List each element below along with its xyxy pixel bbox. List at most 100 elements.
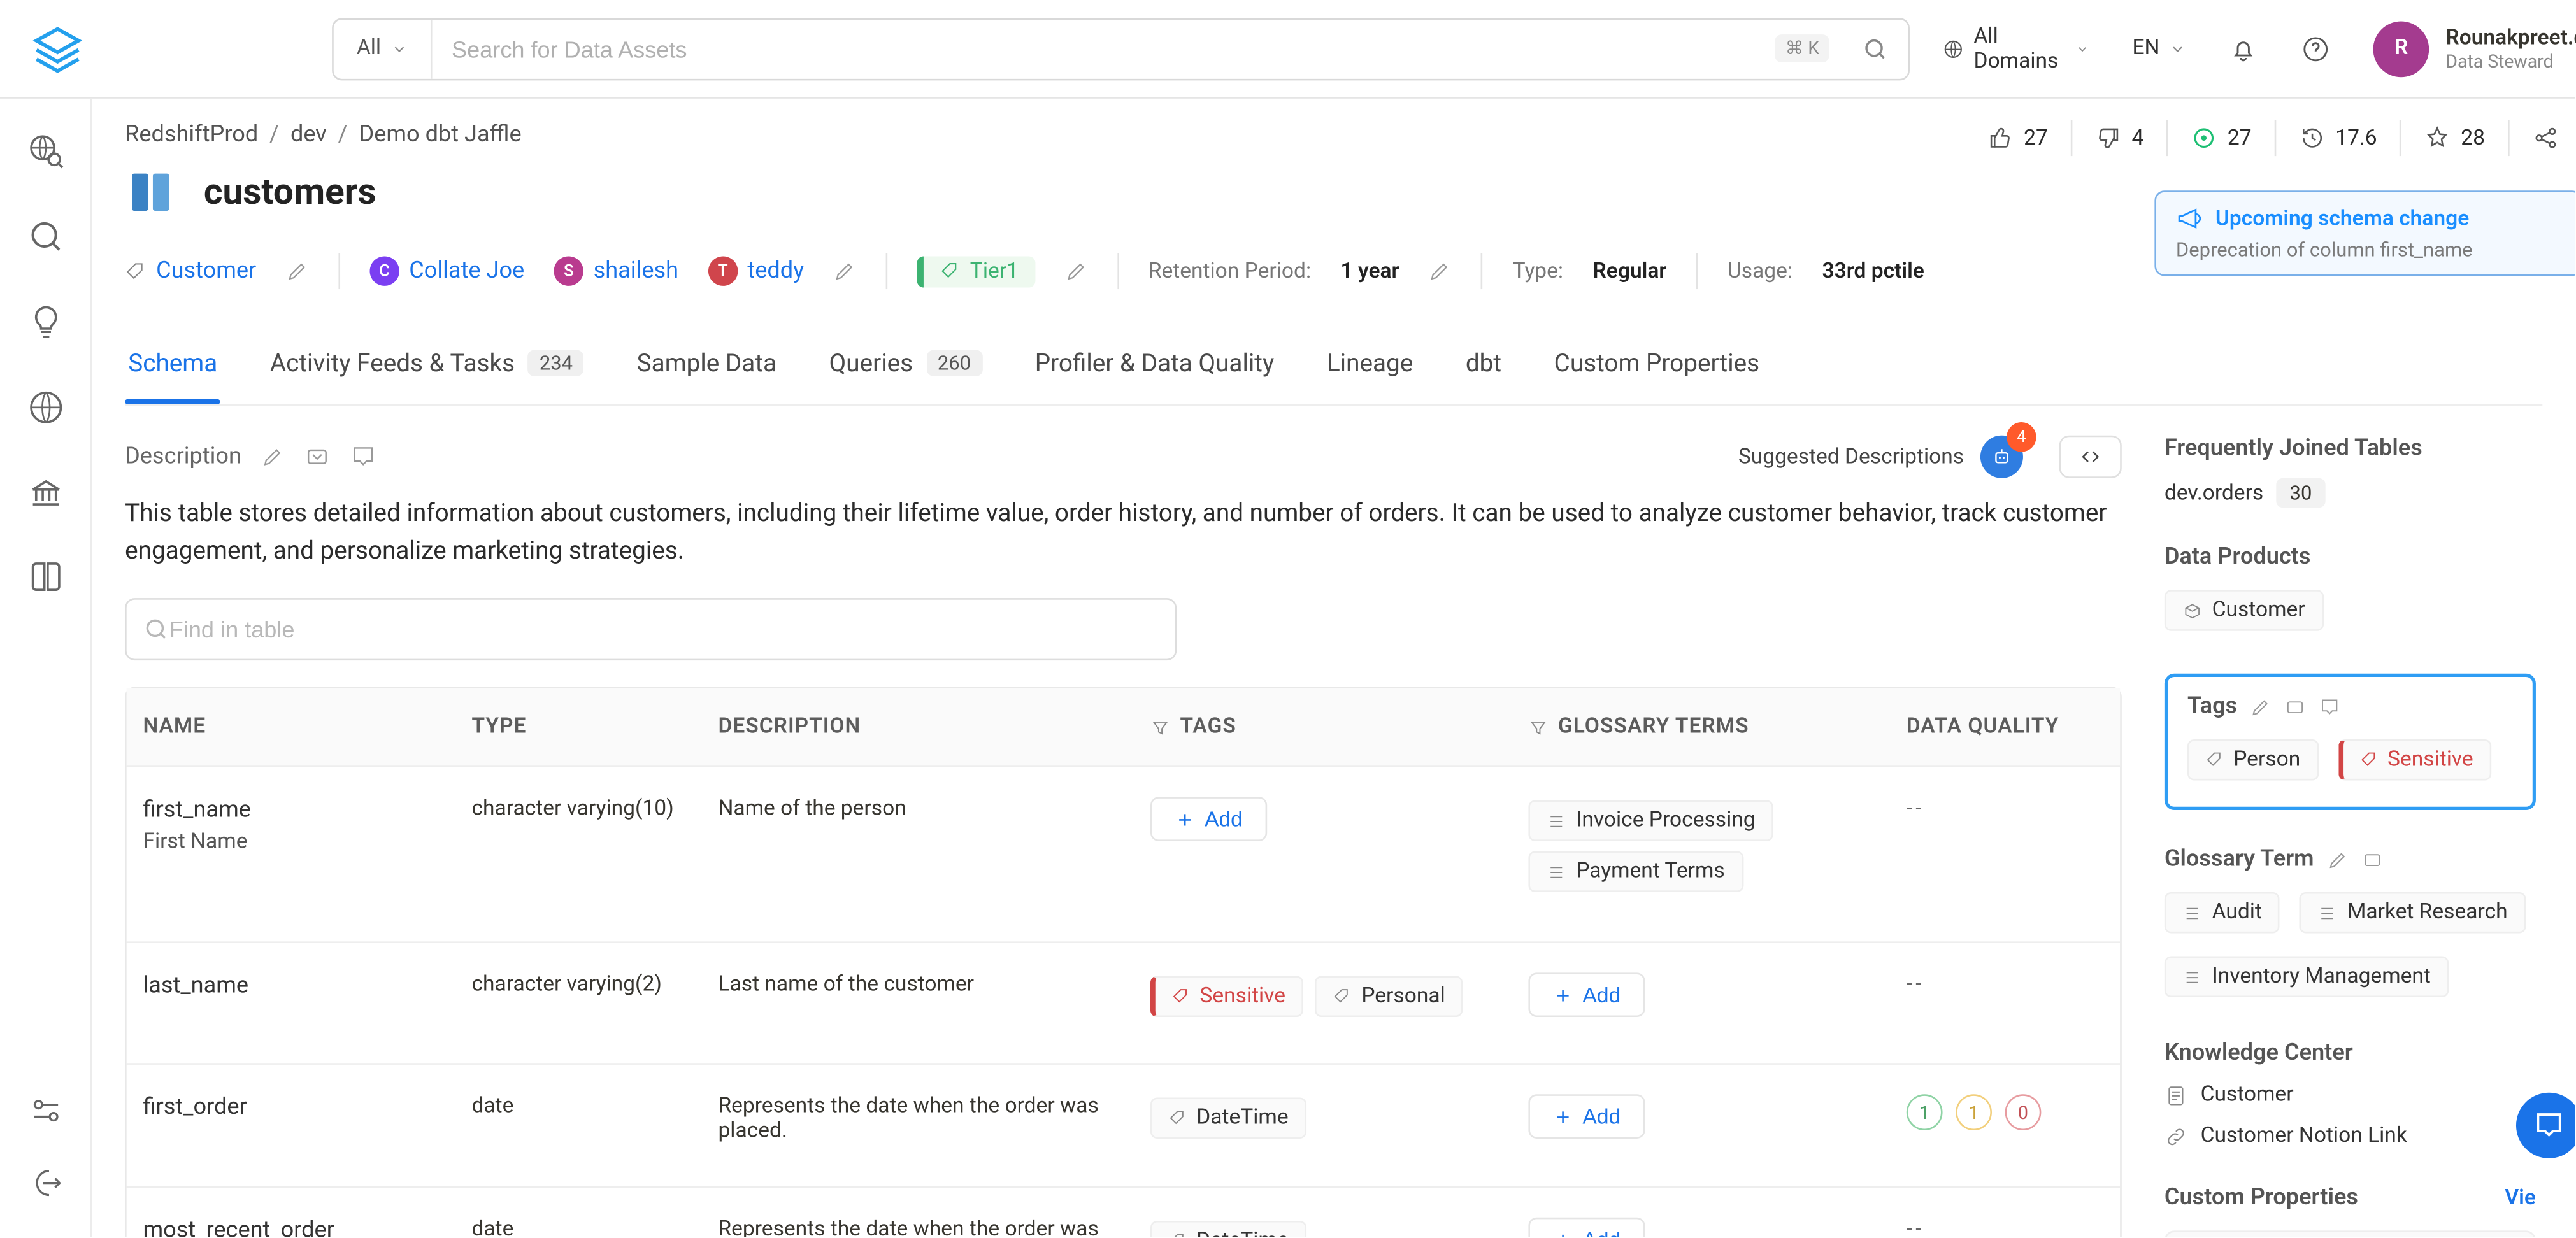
usage-label: Usage: [1728,259,1792,283]
edit-owners-icon[interactable] [834,260,857,283]
glossary-pill[interactable]: Market Research [2300,892,2526,934]
tab-schema[interactable]: Schema [125,332,220,404]
glossary-pill[interactable]: Payment Terms [1528,851,1743,892]
tag-pill-sensitive[interactable]: Sensitive [2338,739,2491,781]
tab-lineage[interactable]: Lineage [1324,332,1417,404]
breadcrumb-demo[interactable]: Demo dbt Jaffle [359,122,522,148]
tag-pill-person[interactable]: Person [2187,739,2319,781]
header-description: DESCRIPTION [718,715,1150,739]
chat-fab[interactable] [2516,1093,2575,1158]
help-icon [2301,34,2330,63]
type-value: Regular [1593,259,1667,283]
plus-icon [1553,1107,1573,1127]
history-val: 17.6 [2335,125,2377,150]
edit-icon[interactable] [2250,696,2272,718]
col-type: date [471,1218,718,1237]
expand-icon[interactable] [2285,696,2307,718]
col-name[interactable]: first_order [143,1094,455,1120]
find-input[interactable] [169,616,1159,643]
rail-settings[interactable] [27,1093,64,1129]
owner-teddy[interactable]: Tteddy [708,256,804,285]
tab-dbt[interactable]: dbt [1463,332,1505,404]
user-menu[interactable]: R Rounakpreet.d Data Steward [2373,20,2576,76]
tab-custom-properties[interactable]: Custom Properties [1550,332,1763,404]
rail-logout[interactable] [27,1165,64,1201]
rail-governance[interactable] [25,473,65,513]
edit-description-icon[interactable] [261,445,284,468]
quality-checks[interactable]: 27 [2175,115,2268,161]
box-icon [2182,601,2202,620]
target-icon [2191,125,2217,151]
rail-explore[interactable] [25,131,65,171]
rail-glossary[interactable] [25,559,65,598]
add-tag-button[interactable]: Add [1150,797,1268,841]
rail-search[interactable] [25,217,65,257]
cp-view-link[interactable]: Vie [2505,1185,2536,1210]
header-glossary[interactable]: GLOSSARY TERMS [1528,715,1906,739]
tab-profiler[interactable]: Profiler & Data Quality [1032,332,1278,404]
tab-activity[interactable]: Activity Feeds & Tasks234 [267,332,588,404]
add-glossary-button[interactable]: Add [1528,1094,1645,1139]
thumbs-up[interactable]: 27 [1971,115,2064,161]
tier-chip[interactable]: Tier1 [917,255,1035,287]
freq-joined-name[interactable]: dev.orders [2165,481,2263,506]
tag-pill-sensitive[interactable]: Sensitive [1150,976,1303,1018]
search-button[interactable] [1842,35,1908,61]
tag-icon [1172,988,1190,1006]
rail-insights[interactable] [25,302,65,342]
breadcrumb-dev[interactable]: dev [290,122,327,148]
add-glossary-button[interactable]: Add [1528,1218,1645,1237]
edit-icon[interactable] [2327,849,2349,871]
glossary-pill[interactable]: Inventory Management [2165,957,2449,998]
announcement-banner[interactable]: Upcoming schema change Deprecation of co… [2154,190,2575,276]
star[interactable]: 28 [2408,115,2501,161]
edit-tier-icon[interactable] [1064,260,1087,283]
suggested-label: Suggested Descriptions [1738,445,1964,469]
expand-icon[interactable] [2361,849,2383,871]
kc-item-customer[interactable]: Customer [2165,1083,2536,1107]
col-name[interactable]: first_name [143,797,455,823]
code-view-button[interactable] [2059,436,2122,478]
domains-dropdown[interactable]: All Domains [1943,24,2090,73]
share[interactable] [2516,115,2575,161]
glossary-pill[interactable]: Audit [2165,892,2280,934]
breadcrumb-redshiftprod[interactable]: RedshiftProd [125,122,258,148]
tag-pill[interactable]: Personal [1315,976,1463,1018]
edit-retention-icon[interactable] [1429,260,1452,283]
header-tags[interactable]: TAGS [1150,715,1528,739]
kc-item-notion[interactable]: Customer Notion Link [2165,1124,2536,1149]
expand-icon[interactable] [304,444,330,470]
dq-fail[interactable]: 0 [2005,1094,2042,1130]
history[interactable]: 17.6 [2283,115,2394,161]
dq-warn[interactable]: 1 [1956,1094,1992,1130]
announcement-desc: Deprecation of column first_name [2176,238,2561,261]
tag-pill[interactable]: DateTime [1150,1221,1306,1237]
col-name[interactable]: most_recent_order [143,1218,455,1237]
tab-queries[interactable]: Queries260 [826,332,985,404]
user-meta: Rounakpreet.d Data Steward [2445,25,2576,71]
comment-icon[interactable] [2319,696,2341,718]
data-product-pill[interactable]: Customer [2165,590,2323,631]
dq-pass[interactable]: 1 [1907,1094,1943,1130]
thumbs-down[interactable]: 4 [2079,115,2160,161]
notifications-button[interactable] [2229,34,2258,63]
rail-domains[interactable] [25,388,65,427]
add-glossary-button[interactable]: Add [1528,972,1645,1017]
help-button[interactable] [2301,34,2330,63]
owner-shailesh[interactable]: Sshailesh [554,256,678,285]
brand-logo[interactable] [29,19,85,78]
customer-tag-chip[interactable]: Customer [125,258,256,284]
suggested-descriptions[interactable]: Suggested Descriptions 4 [1738,436,2122,478]
glossary-pill[interactable]: Invoice Processing [1528,800,1773,841]
col-name[interactable]: last_name [143,972,455,999]
language-dropdown[interactable]: EN [2132,36,2186,61]
comment-icon[interactable] [350,444,376,470]
tag-pill[interactable]: DateTime [1150,1097,1306,1139]
owner-collate-joe[interactable]: CCollate Joe [369,256,524,285]
edit-tag-icon[interactable] [286,260,309,283]
search-input[interactable] [432,35,1775,61]
global-search: All ⌘ K [332,17,1910,80]
search-scope-select[interactable]: All [334,19,432,78]
link-icon [2165,1125,2187,1148]
tab-sample[interactable]: Sample Data [634,332,780,404]
